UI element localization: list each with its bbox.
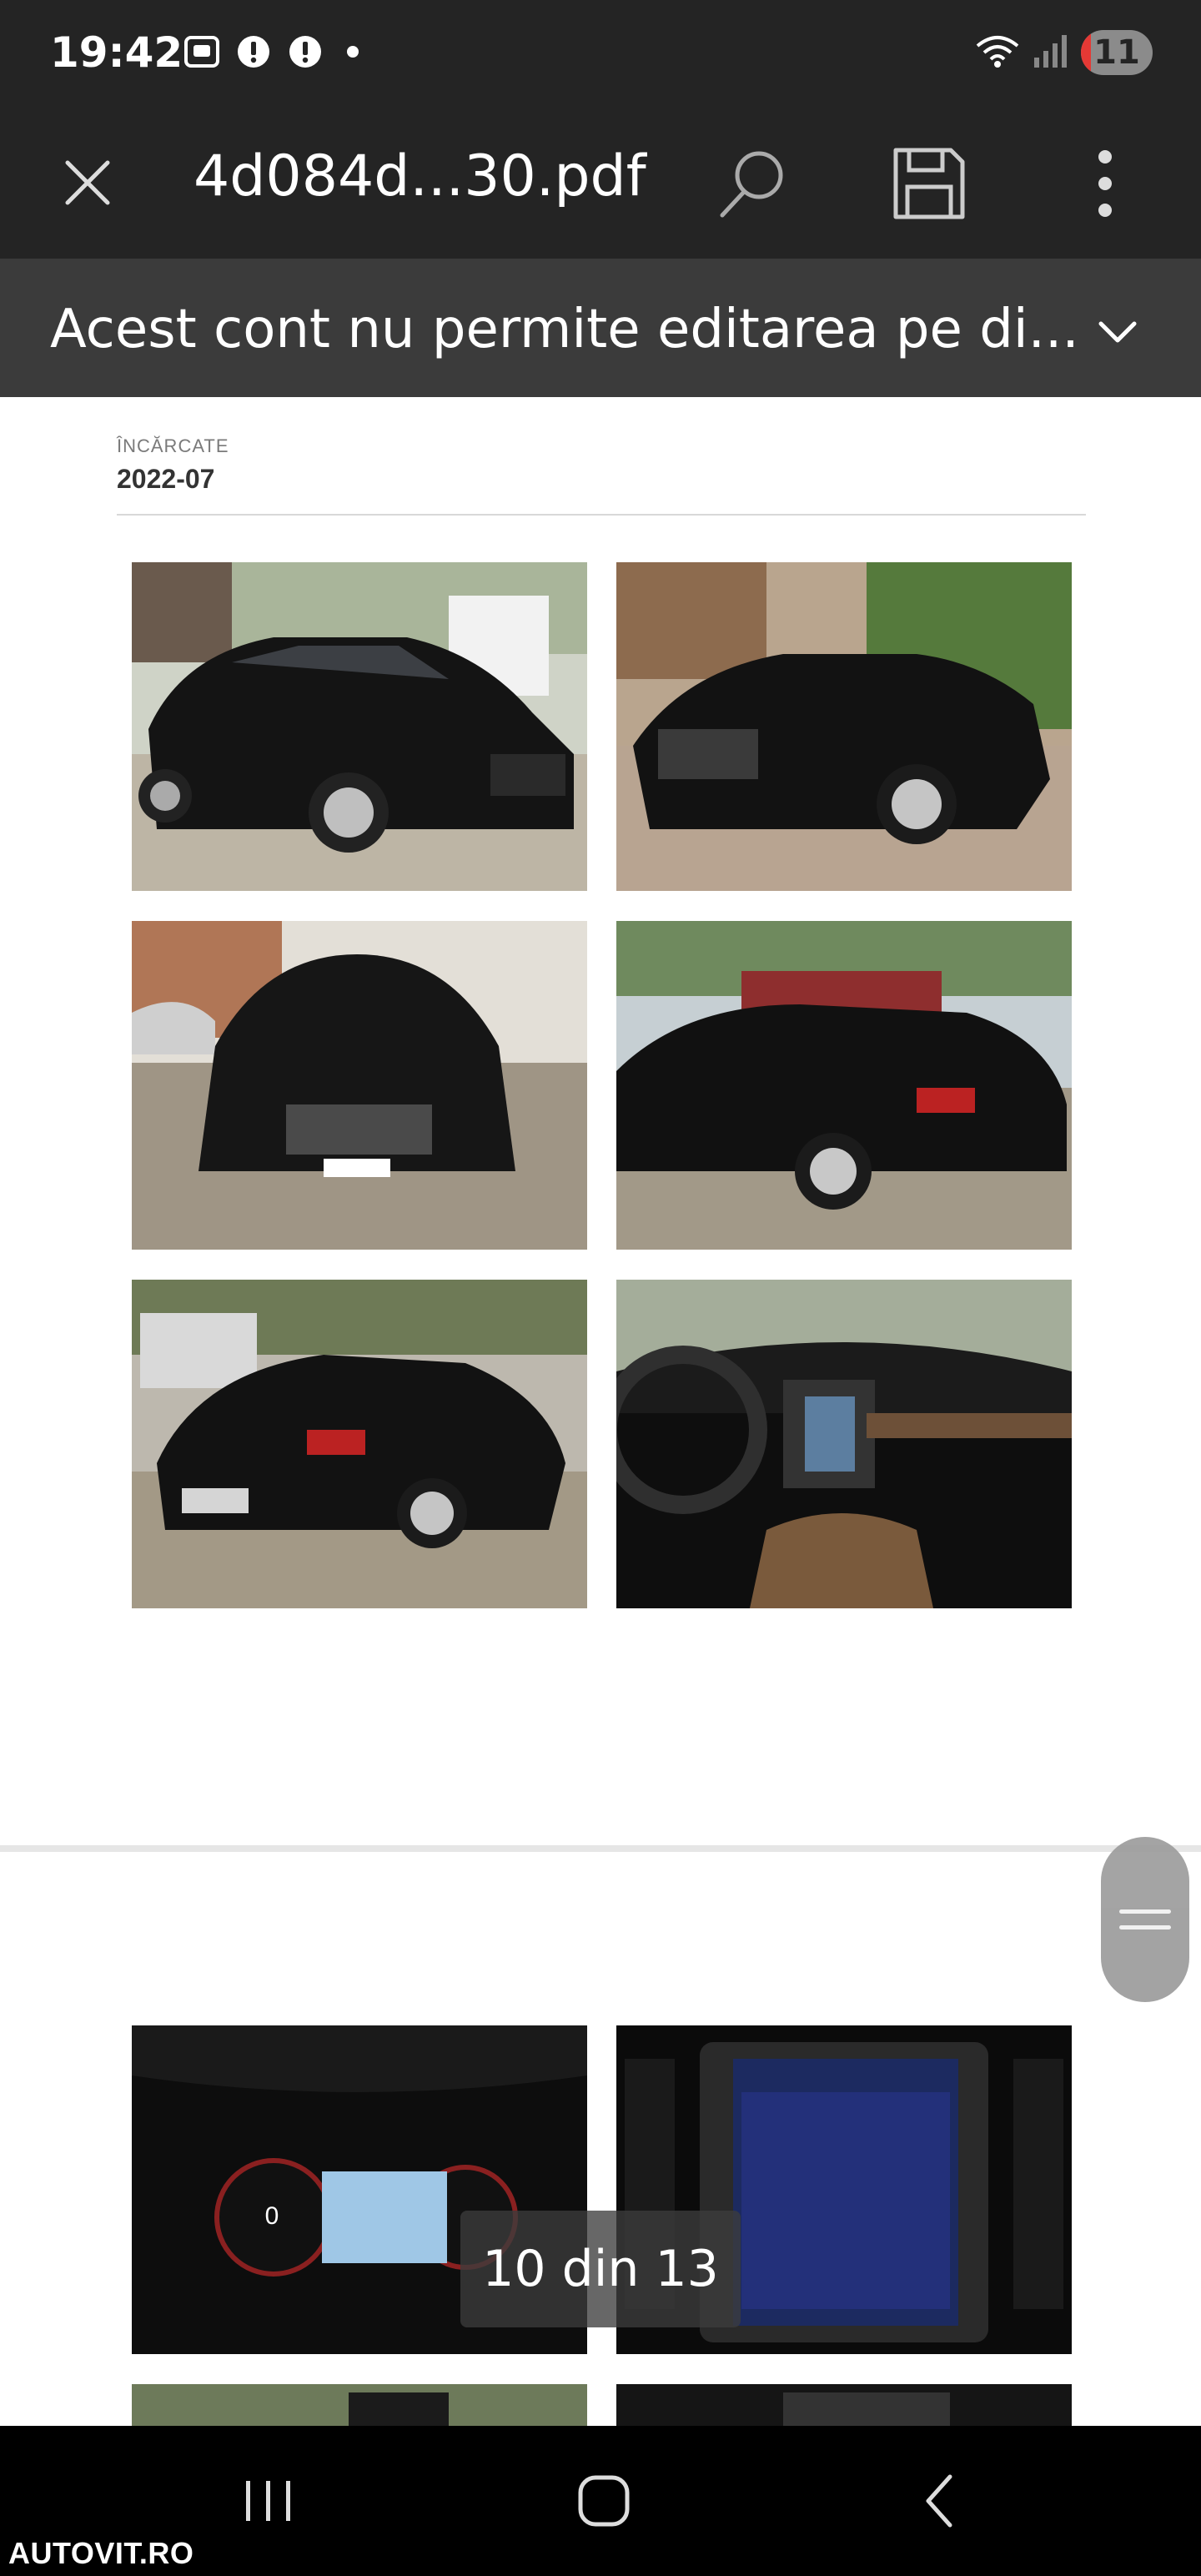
save-icon bbox=[893, 148, 965, 219]
signal-icon bbox=[1033, 33, 1069, 73]
search-icon bbox=[720, 151, 783, 218]
car-photo bbox=[132, 1280, 587, 1608]
battery-indicator: 11 bbox=[1081, 30, 1153, 75]
status-icons-left bbox=[183, 33, 359, 70]
pdf-toolbar: 4d084d...30.pdf bbox=[0, 108, 1201, 259]
car-photo bbox=[616, 562, 1072, 891]
alert-icon bbox=[287, 33, 324, 70]
back-button[interactable] bbox=[889, 2459, 989, 2543]
status-time: 19:42 bbox=[50, 28, 183, 77]
more-icon bbox=[1098, 150, 1112, 217]
chevron-down-icon[interactable] bbox=[1093, 307, 1143, 357]
home-icon bbox=[578, 2475, 630, 2527]
document-title: 4d084d...30.pdf bbox=[193, 143, 646, 209]
page-indicator: 10 din 13 bbox=[460, 2211, 741, 2327]
uploaded-value: 2022-07 bbox=[117, 464, 215, 494]
recent-apps-icon bbox=[246, 2481, 290, 2521]
pdf-page: ÎNCĂRCATE 2022-07 bbox=[0, 397, 1201, 1849]
car-photo bbox=[616, 921, 1072, 1250]
status-bar: 19:42 11 bbox=[0, 0, 1201, 108]
car-photo bbox=[132, 562, 587, 891]
pdf-page: 0 bbox=[0, 1852, 1201, 2434]
wifi-icon bbox=[974, 33, 1021, 73]
more-options-button[interactable] bbox=[1063, 142, 1147, 225]
back-icon bbox=[926, 2474, 952, 2528]
recent-apps-button[interactable] bbox=[219, 2459, 319, 2543]
fast-scroll-handle[interactable] bbox=[1101, 1837, 1189, 2002]
save-button[interactable] bbox=[887, 142, 971, 225]
close-icon bbox=[65, 160, 110, 205]
page-separator bbox=[0, 1845, 1201, 1852]
watermark-logo: AUTOVIT.RO bbox=[8, 2536, 194, 2570]
search-button[interactable] bbox=[711, 142, 794, 225]
uploaded-label: ÎNCĂRCATE bbox=[117, 435, 229, 456]
interior-photo bbox=[616, 1280, 1072, 1608]
home-button[interactable] bbox=[554, 2459, 654, 2543]
dot-icon bbox=[347, 46, 359, 58]
status-icons-right: 11 bbox=[974, 30, 1153, 75]
alert-icon bbox=[235, 33, 272, 70]
edit-permission-banner[interactable]: Acest cont nu permite editarea pe di... bbox=[0, 259, 1201, 397]
banner-text: Acest cont nu permite editarea pe di... bbox=[50, 299, 1079, 360]
svg-text:0: 0 bbox=[265, 2202, 279, 2230]
divider bbox=[117, 514, 1086, 516]
screenshot-icon bbox=[183, 33, 220, 70]
car-photo bbox=[132, 921, 587, 1250]
close-button[interactable] bbox=[50, 145, 125, 220]
